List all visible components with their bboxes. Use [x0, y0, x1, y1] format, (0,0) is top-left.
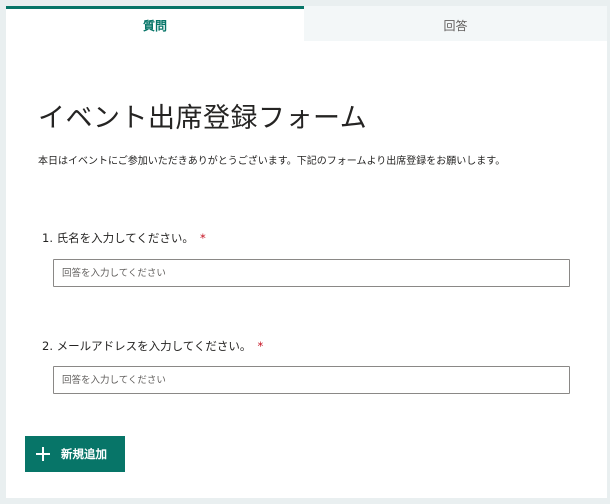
question-1-text: 1. 氏名を入力してください。 [42, 231, 194, 245]
add-new-button[interactable]: 新規追加 [25, 436, 125, 472]
tab-questions-label: 質問 [142, 18, 167, 33]
question-2-text: 2. メールアドレスを入力してください。 [42, 339, 252, 353]
form-title[interactable]: イベント出席登録フォーム [38, 96, 367, 135]
required-mark: * [257, 339, 264, 353]
tab-questions[interactable]: 質問 [6, 6, 304, 41]
add-new-label: 新規追加 [61, 447, 107, 461]
question-2-label: 2. メールアドレスを入力してください。 * [42, 338, 263, 354]
question-1-answer-input[interactable] [53, 259, 570, 287]
question-1-label: 1. 氏名を入力してください。 * [42, 230, 206, 246]
question-2-answer-input[interactable] [53, 366, 570, 394]
tab-bar: 質問 回答 [6, 6, 607, 41]
tab-responses[interactable]: 回答 [304, 6, 607, 41]
form-description[interactable]: 本日はイベントにご参加いただきありがとうございます。下記のフォームより出席登録を… [38, 152, 505, 167]
required-mark: * [199, 231, 206, 245]
tab-responses-label: 回答 [443, 18, 468, 33]
plus-icon [36, 447, 50, 461]
form-card: 質問 回答 イベント出席登録フォーム 本日はイベントにご参加いただきありがとうご… [6, 6, 607, 498]
